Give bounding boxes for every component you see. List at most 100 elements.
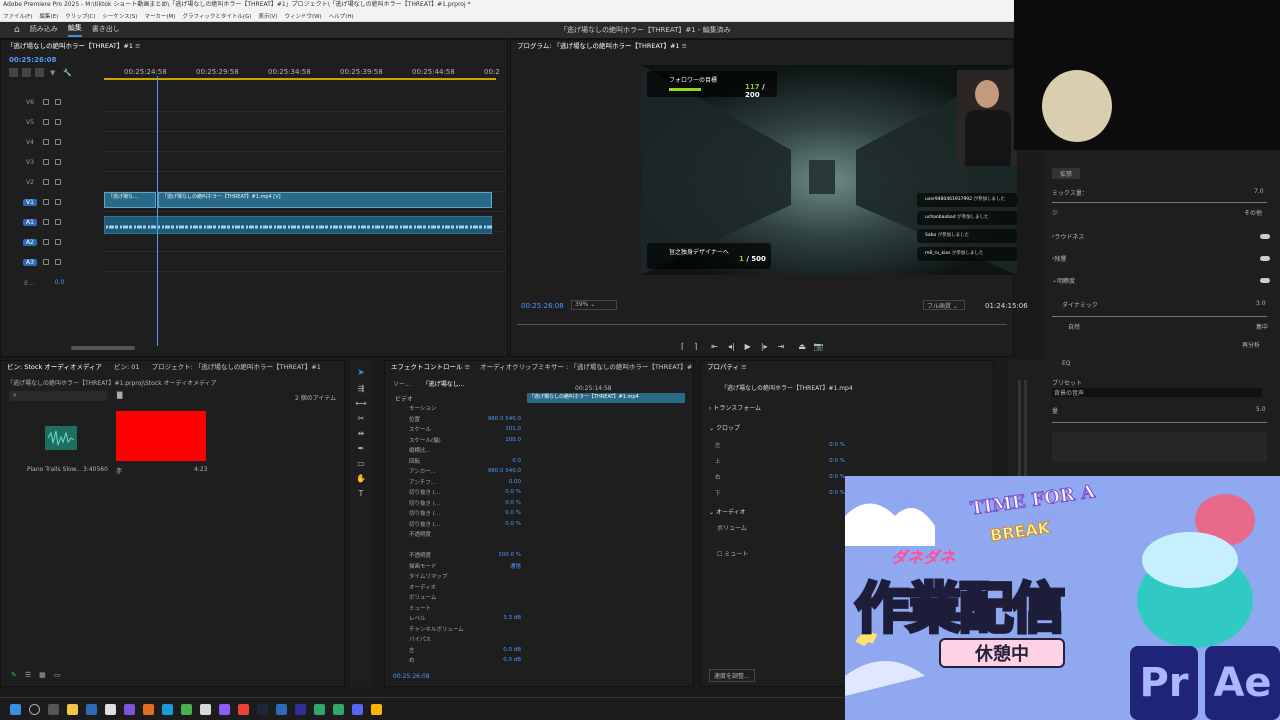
icon-view-icon[interactable]: ▦ [39,671,46,679]
expand-button[interactable]: 拡張 [1052,168,1081,179]
lock-icon[interactable] [43,179,49,185]
go-to-in-icon[interactable]: ⇤ [711,342,718,351]
step-forward-icon[interactable]: |▸ [761,342,768,351]
pen-icon[interactable]: ✒ [350,444,372,453]
discord-icon[interactable] [352,703,363,715]
step-back-icon[interactable]: ◂| [728,342,735,351]
mix-track-value[interactable]: 0.0 [55,279,65,286]
folder-icon[interactable]: ▇ [117,391,122,399]
effect-row[interactable]: 切り抜き (... 0.0 % [395,519,525,530]
effect-row[interactable]: レベル 3.3 dB [395,613,525,624]
effect-row[interactable]: アンカー... 960.0 540.0 [395,466,525,477]
start-icon[interactable] [10,703,21,715]
lock-icon[interactable] [43,239,49,245]
effect-row[interactable]: スケール(幅) 100.0 [395,435,525,446]
dynamic-slider[interactable] [1052,316,1267,317]
bin-item-audio-thumb[interactable] [45,426,77,450]
chrome-icon[interactable] [238,703,249,715]
effect-row[interactable]: 不透明度 [395,529,525,540]
menu-item[interactable]: マーカー(M) [144,12,175,20]
section-loudness[interactable]: › ラウドネス [1052,232,1270,241]
track-v3[interactable]: V3 [1,152,506,172]
effect-row[interactable]: ボリューム [395,592,525,603]
razor-icon[interactable]: ✂ [350,414,372,423]
time-ruler[interactable]: 00:25:24:58 00:25:29:58 00:25:34:58 00:2… [104,68,500,82]
track-label[interactable]: V1 [23,198,37,206]
visibility-icon[interactable] [55,219,61,225]
explorer-icon[interactable] [67,703,78,715]
track-label[interactable]: V4 [23,139,37,146]
transform-section[interactable]: › トランスフォーム [709,403,761,412]
track-label[interactable]: A2 [23,238,37,246]
track-v5[interactable]: V5 [1,112,506,132]
tab-source[interactable]: ソー... [393,379,411,388]
program-scrub[interactable] [517,324,1007,325]
type-icon[interactable]: T [350,489,372,498]
marker-icon[interactable]: ▼ [50,69,55,77]
effect-row[interactable]: 描画モード 通常 [395,561,525,572]
effect-row[interactable]: 切り抜き (... 0.0 % [395,487,525,498]
camera-icon[interactable]: 📷 [814,342,824,351]
visibility-icon[interactable] [55,119,61,125]
tab-edit[interactable]: 編集 [67,23,82,37]
app-icon[interactable] [86,703,97,715]
visibility-icon[interactable] [55,159,61,165]
premiere-taskbar-icon[interactable] [295,703,306,715]
work-area-bar[interactable] [104,78,496,80]
hand-icon[interactable]: ✋ [350,474,372,483]
track-v2[interactable]: V2 [1,172,506,192]
effect-row[interactable]: アンチフ... 0.00 [395,477,525,488]
app-icon[interactable] [143,703,154,715]
tab-bin-01[interactable]: ビン: 01 [114,363,140,371]
tab-properties[interactable]: プロパティ [707,363,739,371]
menu-item[interactable]: 編集(E) [39,12,58,20]
visibility-icon[interactable] [55,259,61,265]
menu-item[interactable]: ウィンドウ(W) [284,12,321,20]
track-label[interactable]: V6 [23,99,37,106]
effect-row[interactable]: タイムリマップ [395,571,525,582]
section-clarity[interactable]: ⌄ 明瞭度 [1052,276,1270,285]
add-marker-icon[interactable] [35,68,44,77]
eq-label[interactable]: EQ [1062,360,1071,367]
menu-item[interactable]: 表示(V) [258,12,277,20]
visibility-icon[interactable] [55,199,61,205]
effect-row[interactable]: バイパス [395,634,525,645]
visibility-icon[interactable] [55,139,61,145]
track-a2[interactable]: A2 [1,232,506,252]
track-label[interactable]: V5 [23,119,37,126]
lock-icon[interactable] [43,199,49,205]
effect-row[interactable]: 切り抜き (... 0.0 % [395,498,525,509]
bin-search-input[interactable] [9,391,107,401]
pencil-icon[interactable]: ✎ [11,671,17,679]
mark-in-icon[interactable]: ⌈ [681,342,684,351]
ripple-edit-icon[interactable]: ⟷ [350,399,372,408]
effect-row[interactable]: 位置 960.0 540.0 [395,414,525,425]
snap-icon[interactable] [9,68,18,77]
list-view-icon[interactable]: ☰ [25,671,31,679]
timeline-timecode[interactable]: 00:25:26:08 [9,56,56,64]
visibility-icon[interactable] [55,239,61,245]
rectangle-icon[interactable]: ▭ [350,459,372,468]
app-icon[interactable] [162,703,173,715]
amount-slider[interactable] [1052,422,1267,423]
clip-v1-short[interactable]: 「逃げ場な... [104,192,156,208]
preset-select[interactable]: 背景の音声 [1052,388,1262,397]
app-icon[interactable] [276,703,287,715]
effect-row[interactable] [395,540,525,551]
section-reverb[interactable]: › 残響 [1052,254,1270,263]
home-icon[interactable]: ⌂ [14,25,20,35]
effect-row[interactable]: 切り抜き (... 0.0 % [395,508,525,519]
bin-item-red-thumb[interactable] [116,411,206,461]
track-select-icon[interactable]: ⇶ [350,384,372,393]
track-label[interactable]: A3 [23,258,37,266]
effect-row[interactable]: オーディオ [395,582,525,593]
wrench-icon[interactable]: 🔧 [63,69,72,77]
app-icon[interactable] [333,703,344,715]
menu-item[interactable]: グラフィックとタイトル(G) [182,12,251,20]
effect-row[interactable]: 右 0.0 dB [395,655,525,666]
effect-row[interactable]: モーション [395,403,525,414]
tab-effect-controls[interactable]: エフェクトコントロール [391,363,463,371]
lock-icon[interactable] [43,99,49,105]
crop-row[interactable]: 右 0.0 % [715,469,849,485]
menu-item[interactable]: クリップ(C) [65,12,95,20]
